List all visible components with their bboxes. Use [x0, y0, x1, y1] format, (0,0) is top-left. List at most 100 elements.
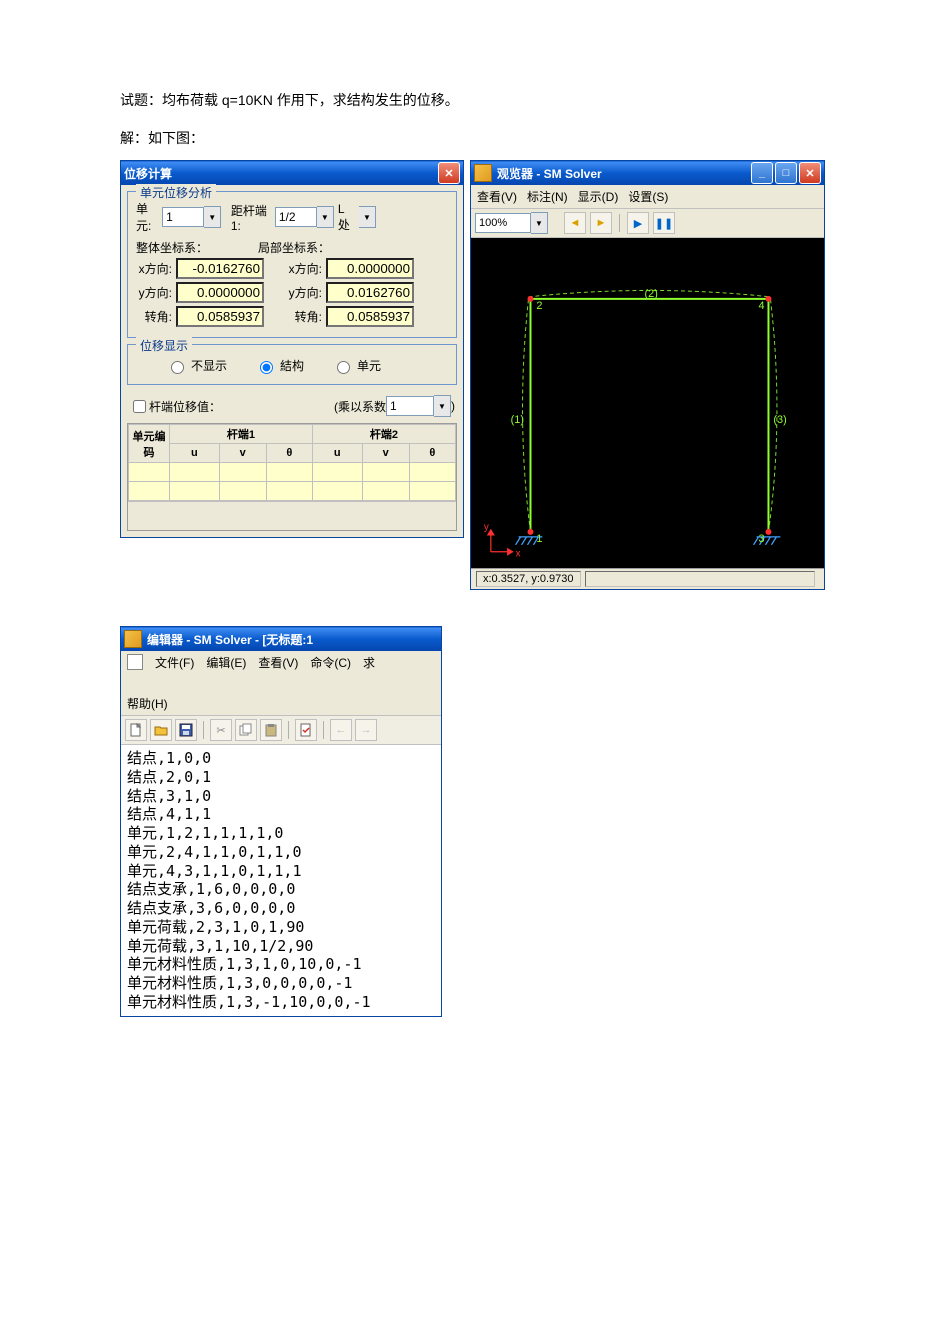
back-icon[interactable]: ← — [330, 719, 352, 741]
local-coord-label: 局部坐标系： — [258, 239, 330, 256]
menu-file[interactable]: 文件(F) — [155, 654, 194, 671]
copy-icon[interactable] — [235, 719, 257, 741]
next-icon[interactable]: ► — [590, 212, 612, 234]
menu-view[interactable]: 查看(V) — [258, 654, 298, 671]
app-icon — [124, 630, 142, 648]
menubar: 文件(F) 编辑(E) 查看(V) 命令(C) 求 帮助(H) — [121, 651, 441, 716]
titlebar[interactable]: 观览器 - SM Solver _ □ ✕ — [471, 161, 824, 185]
app-icon — [474, 164, 492, 182]
global-x-field[interactable] — [176, 258, 264, 279]
col-end1: 杆端1 — [170, 425, 313, 444]
title-text: 观览器 - SM Solver — [497, 165, 749, 182]
chevron-down-icon[interactable]: ▼ — [204, 206, 221, 228]
zoom-input[interactable] — [475, 213, 531, 233]
menu-view[interactable]: 查看(V) — [477, 188, 517, 205]
node-1-label: 1 — [536, 533, 542, 545]
answer-text: 解：如下图： — [120, 128, 825, 148]
result-table: 单元编码 杆端1 杆端2 u v θ u v θ — [127, 423, 457, 531]
play-icon[interactable]: ▶ — [627, 212, 649, 234]
open-icon[interactable] — [150, 719, 172, 741]
menubar: 查看(V) 标注(N) 显示(D) 设置(S) — [471, 185, 824, 209]
col-end2: 杆端2 — [312, 425, 455, 444]
check-icon[interactable] — [295, 719, 317, 741]
node-2-label: 2 — [536, 300, 542, 312]
global-coord-label: 整体坐标系： — [136, 239, 208, 256]
status-coords: x:0.3527, y:0.9730 — [476, 571, 581, 587]
menu-edit[interactable]: 编辑(E) — [206, 654, 246, 671]
toolbar: ✂ ← → — [121, 716, 441, 745]
menu-annotate[interactable]: 标注(N) — [527, 188, 568, 205]
title-text: 位移计算 — [124, 165, 436, 182]
prev-icon[interactable]: ◄ — [564, 212, 586, 234]
cut-icon[interactable]: ✂ — [210, 719, 232, 741]
menu-help[interactable]: 帮助(H) — [127, 695, 168, 712]
global-rot-field[interactable] — [176, 306, 264, 327]
menu-settings[interactable]: 设置(S) — [628, 188, 668, 205]
pause-icon[interactable]: ❚❚ — [653, 212, 675, 234]
global-y-field[interactable] — [176, 282, 264, 303]
menu-command[interactable]: 命令(C) — [310, 654, 351, 671]
question-text: 试题：均布荷载 q=10KN 作用下，求结构发生的位移。 — [120, 90, 825, 110]
y-label: y方向: — [286, 284, 322, 301]
elem-3-label: (3) — [773, 414, 786, 426]
axis-x-label: x — [516, 549, 521, 560]
dist-input[interactable] — [275, 207, 317, 227]
dist-combo[interactable]: ▼ — [275, 206, 334, 228]
radio-structure[interactable]: 結构 — [255, 357, 304, 374]
canvas[interactable]: x y 2 4 1 3 (1) (2) (3) — [471, 238, 824, 568]
titlebar[interactable]: 编辑器 - SM Solver - [无标题:1 — [121, 627, 441, 651]
new-icon[interactable] — [125, 719, 147, 741]
unit-label: 单元: — [136, 200, 158, 234]
maximize-icon[interactable]: □ — [775, 162, 797, 184]
editor-window: 编辑器 - SM Solver - [无标题:1 文件(F) 编辑(E) 查看(… — [120, 626, 442, 1017]
local-y-field[interactable] — [326, 282, 414, 303]
col-v: v — [362, 444, 409, 463]
editor-content[interactable]: 结点,1,0,0 结点,2,0,1 结点,3,1,0 结点,4,1,1 单元,1… — [121, 745, 441, 1016]
save-icon[interactable] — [175, 719, 197, 741]
col-unit-code: 单元编码 — [129, 425, 170, 463]
menu-display[interactable]: 显示(D) — [578, 188, 619, 205]
chevron-down-icon[interactable]: ▼ — [317, 206, 334, 228]
col-theta: θ — [409, 444, 455, 463]
viewer-window: 观览器 - SM Solver _ □ ✕ 查看(V) 标注(N) 显示(D) … — [470, 160, 825, 590]
doc-icon — [127, 654, 143, 670]
col-u: u — [170, 444, 220, 463]
local-x-field[interactable] — [326, 258, 414, 279]
dist-suffix: L处 — [338, 202, 353, 233]
end-value-checkbox[interactable] — [133, 400, 146, 413]
forward-icon[interactable]: → — [355, 719, 377, 741]
radio-none[interactable]: 不显示 — [166, 357, 227, 374]
chevron-down-icon[interactable]: ▼ — [359, 206, 376, 228]
node-4-label: 4 — [759, 300, 765, 312]
col-u: u — [312, 444, 362, 463]
zoom-combo[interactable]: ▼ — [475, 212, 548, 234]
mult-combo[interactable]: ▼ — [386, 395, 451, 417]
chevron-down-icon[interactable]: ▼ — [531, 212, 548, 234]
paste-icon[interactable] — [260, 719, 282, 741]
unit-combo[interactable]: ▼ — [162, 206, 221, 228]
end-value-label: 杆端位移值： — [149, 398, 221, 415]
dist-label: 距杆端 1: — [231, 202, 271, 233]
titlebar[interactable]: 位移计算 ✕ — [121, 161, 463, 185]
group-analysis-title: 单元位移分析 — [136, 184, 216, 201]
statusbar: x:0.3527, y:0.9730 — [471, 568, 824, 589]
mult-close: ) — [451, 399, 455, 413]
minimize-icon[interactable]: _ — [751, 162, 773, 184]
unit-input[interactable] — [162, 207, 204, 227]
mult-label: (乘以系数 — [334, 398, 386, 415]
close-icon[interactable]: ✕ — [799, 162, 821, 184]
elem-1-label: (1) — [511, 414, 524, 426]
radio-unit[interactable]: 单元 — [332, 357, 381, 374]
axis-y-label: y — [484, 522, 489, 533]
mult-input[interactable] — [386, 396, 434, 416]
rot-label: 转角: — [136, 308, 172, 325]
displacement-dialog: 位移计算 ✕ 关闭(C) 帮助(H) 输出(P)... 单元位移分析 单元: — [120, 160, 464, 538]
rot-label: 转角: — [286, 308, 322, 325]
chevron-down-icon[interactable]: ▼ — [434, 395, 451, 417]
close-icon[interactable]: ✕ — [438, 162, 460, 184]
menu-solve[interactable]: 求 — [363, 654, 375, 671]
local-rot-field[interactable] — [326, 306, 414, 327]
col-v: v — [219, 444, 266, 463]
x-label: x方向: — [136, 260, 172, 277]
node-3-label: 3 — [759, 533, 765, 545]
